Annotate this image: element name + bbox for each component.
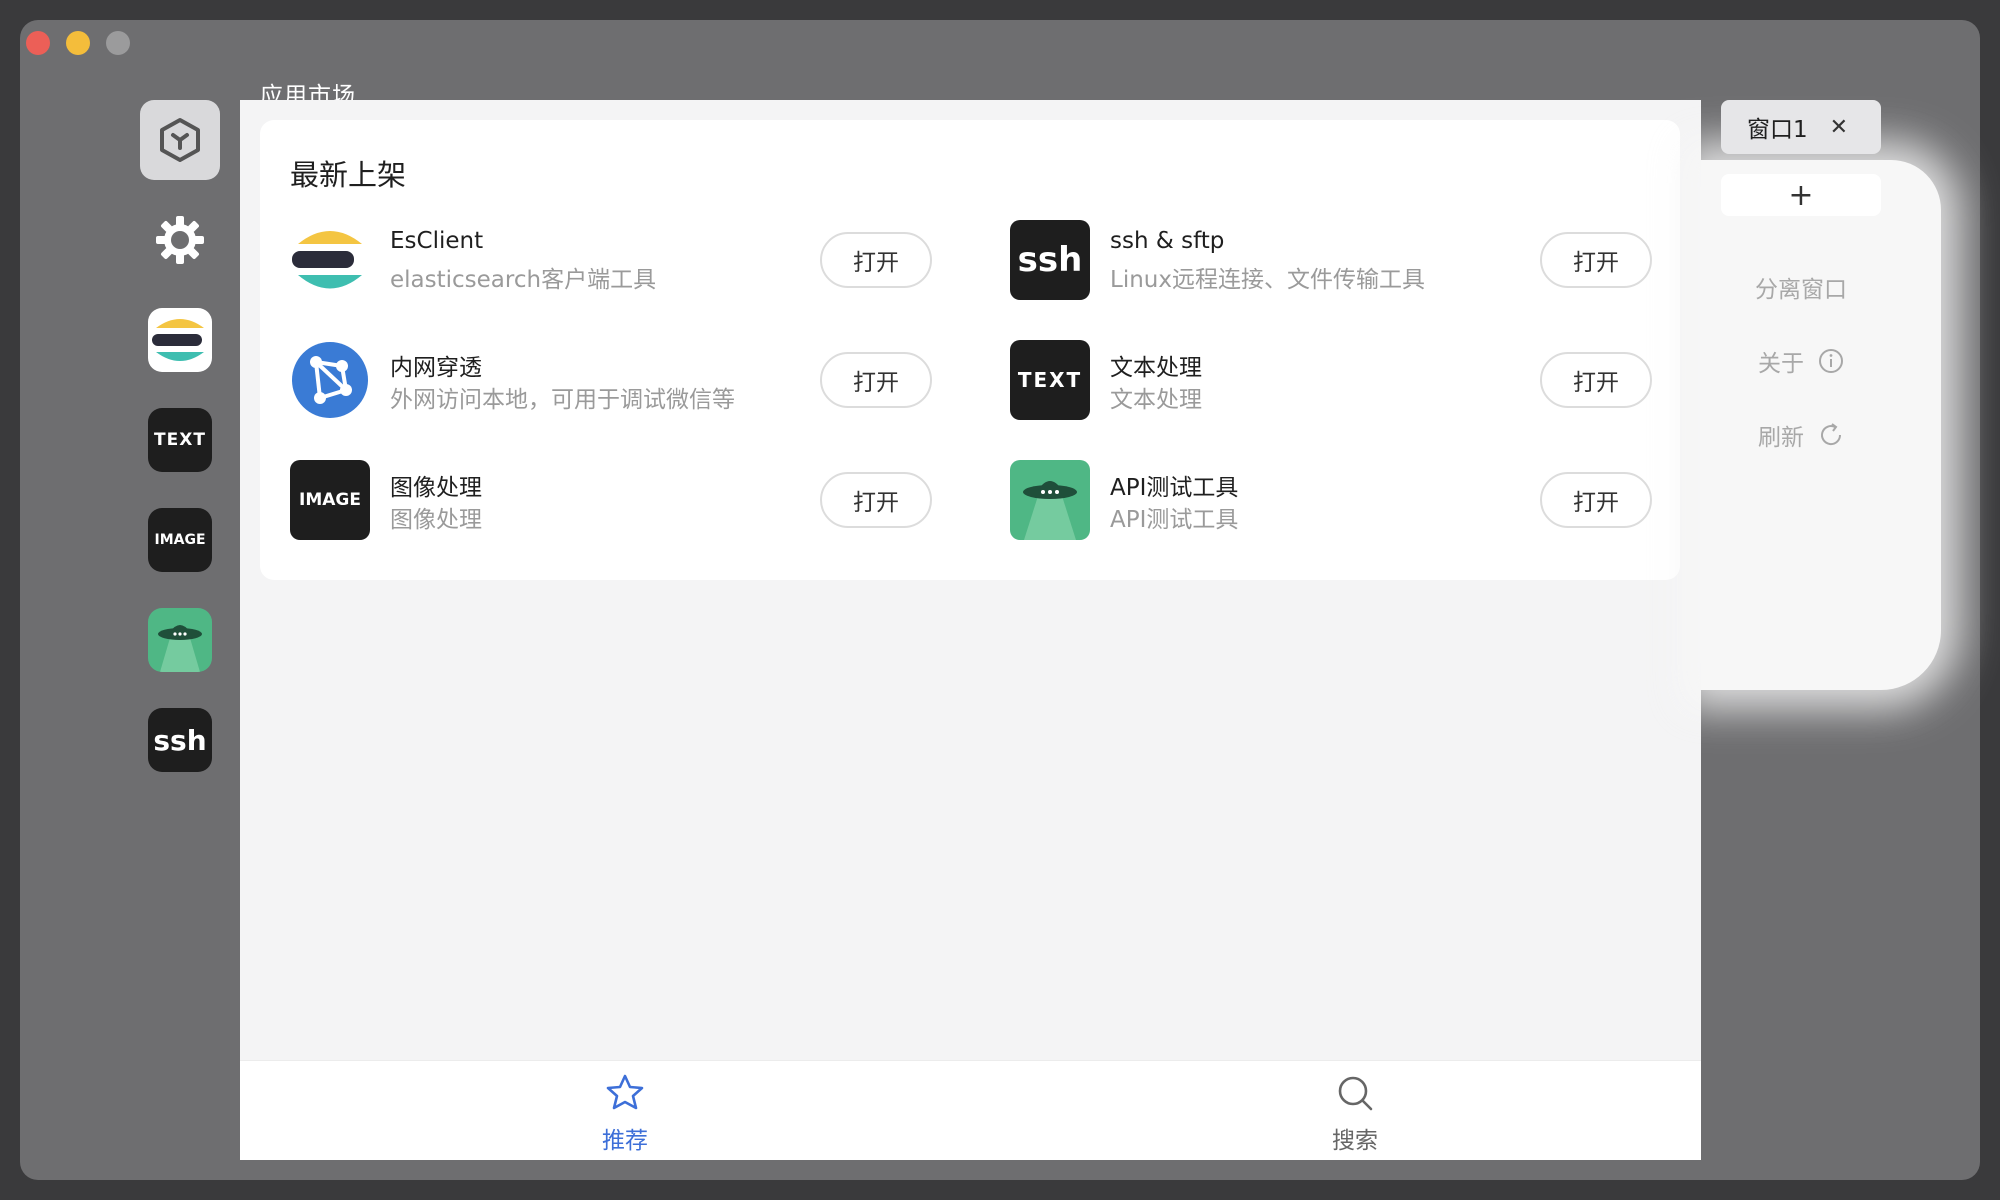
tab-search[interactable]: 搜索 [1295, 1073, 1415, 1154]
app-desc: 外网访问本地，可用于调试微信等 [390, 387, 735, 413]
window-tab-label: 窗口1 [1747, 117, 1808, 143]
sidebar-item-text[interactable]: TEXT [140, 400, 220, 480]
list-item-tunnel: 内网穿透 外网访问本地，可用于调试微信等 打开 [290, 340, 970, 424]
app-desc: 图像处理 [390, 507, 482, 533]
app-desc: elasticsearch客户端工具 [390, 267, 657, 293]
search-icon [1338, 1076, 1373, 1111]
add-window-button[interactable]: + [1721, 174, 1881, 216]
sidebar-item-settings[interactable] [140, 200, 220, 280]
elastic-logo-icon [148, 308, 212, 372]
image-logo-label: IMAGE [154, 532, 206, 548]
minimize-window-button[interactable] [66, 31, 90, 55]
text-logo-label: TEXT [154, 430, 206, 450]
info-icon [1819, 349, 1843, 373]
ssh-logo-icon: ssh [148, 708, 212, 772]
open-button[interactable]: 打开 [820, 232, 932, 288]
tab-recommend[interactable]: 推荐 [565, 1073, 685, 1154]
app-name: 内网穿透 [390, 355, 482, 381]
ssh-logo-icon: ssh [1010, 220, 1090, 300]
about-button[interactable]: 关于 [1721, 344, 1881, 378]
app-desc: 文本处理 [1110, 387, 1202, 413]
text-logo-icon: TEXT [1010, 340, 1090, 420]
open-button[interactable]: 打开 [820, 352, 932, 408]
app-desc: API测试工具 [1110, 507, 1239, 533]
ufo-icon [1010, 460, 1090, 540]
elastic-logo-icon [290, 220, 370, 300]
app-name: 文本处理 [1110, 355, 1202, 381]
card-title: 最新上架 [290, 158, 407, 192]
detach-window-button[interactable]: 分离窗口 [1721, 270, 1881, 304]
main-panel: 最新上架 EsClient elasticsearch客户端工具 打开 ssh … [240, 100, 1701, 1160]
app-name: ssh & sftp [1110, 228, 1225, 254]
list-item-ssh: ssh ssh & sftp Linux远程连接、文件传输工具 打开 [1010, 220, 1690, 304]
open-button[interactable]: 打开 [1540, 352, 1652, 408]
app-name: 图像处理 [390, 475, 482, 501]
new-apps-card: 最新上架 EsClient elasticsearch客户端工具 打开 ssh … [260, 120, 1680, 580]
ufo-icon [148, 608, 212, 672]
refresh-label: 刷新 [1758, 425, 1804, 451]
sidebar-item-home[interactable] [140, 100, 220, 180]
sidebar-item-api[interactable] [140, 600, 220, 680]
ssh-logo-label: ssh [153, 723, 207, 757]
about-label: 关于 [1758, 351, 1804, 377]
window-tab[interactable]: 窗口1 ✕ [1721, 100, 1881, 154]
gear-icon [156, 216, 204, 264]
bottom-tab-bar: 推荐 搜索 [240, 1060, 1701, 1160]
right-panel: 窗口1 ✕ + 分离窗口 关于 刷新 [1701, 100, 1960, 1160]
close-window-button[interactable] [26, 31, 50, 55]
network-globe-icon [290, 340, 370, 420]
app-desc: Linux远程连接、文件传输工具 [1110, 267, 1425, 293]
list-item-esclient: EsClient elasticsearch客户端工具 打开 [290, 220, 970, 304]
zoom-window-button[interactable] [106, 31, 130, 55]
refresh-icon [1821, 423, 1842, 446]
image-logo-icon: IMAGE [290, 460, 370, 540]
cube-logo-icon [160, 118, 200, 162]
tab-search-label: 搜索 [1332, 1128, 1378, 1154]
sidebar-item-ssh[interactable]: ssh [140, 700, 220, 780]
open-button[interactable]: 打开 [1540, 232, 1652, 288]
list-item-image: IMAGE 图像处理 图像处理 打开 [290, 460, 970, 544]
open-button[interactable]: 打开 [1540, 472, 1652, 528]
sidebar-item-image[interactable]: IMAGE [140, 500, 220, 580]
sidebar-item-esclient[interactable] [140, 300, 220, 380]
star-icon [606, 1074, 644, 1110]
detach-window-label: 分离窗口 [1755, 277, 1847, 303]
app-name: EsClient [390, 228, 484, 254]
app-name: API测试工具 [1110, 475, 1239, 501]
image-logo-icon: IMAGE [148, 508, 212, 572]
open-button[interactable]: 打开 [820, 472, 932, 528]
close-icon[interactable]: ✕ [1830, 115, 1848, 140]
text-logo-icon: TEXT [148, 408, 212, 472]
tab-recommend-label: 推荐 [602, 1128, 648, 1154]
refresh-button[interactable]: 刷新 [1721, 418, 1881, 452]
list-item-text: TEXT 文本处理 文本处理 打开 [1010, 340, 1690, 424]
list-item-api: API测试工具 API测试工具 打开 [1010, 460, 1690, 544]
